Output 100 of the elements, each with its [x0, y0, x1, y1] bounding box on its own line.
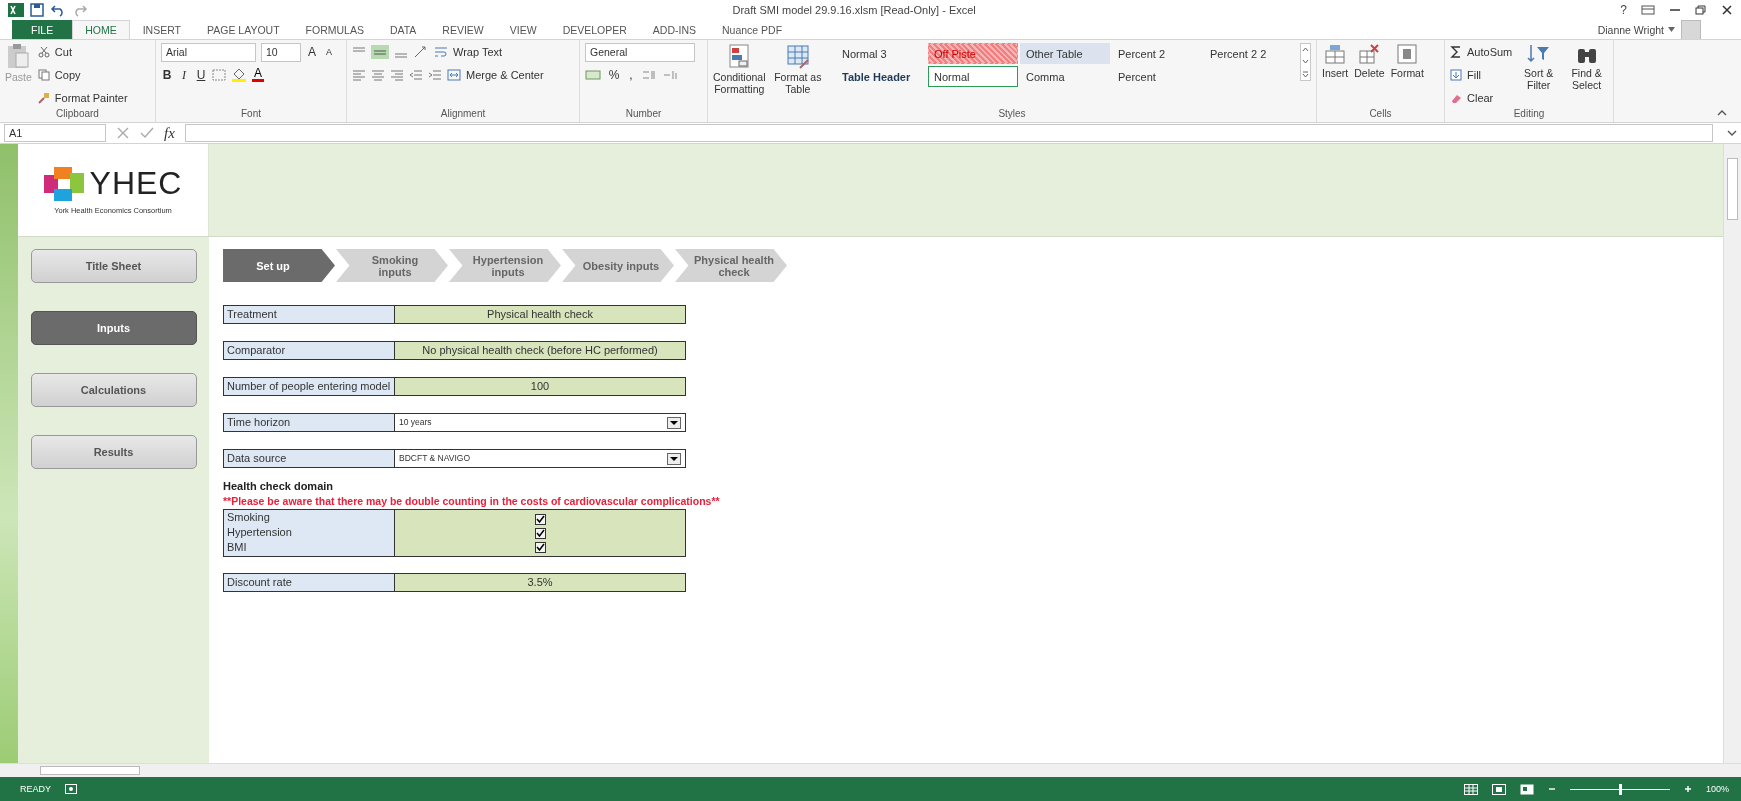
merge-icon	[447, 69, 461, 81]
check-icon[interactable]	[140, 127, 154, 139]
nav-button[interactable]: Title Sheet	[30, 249, 197, 283]
ribbon-display-icon[interactable]	[1641, 5, 1655, 15]
format-painter-button[interactable]: Format Painter	[54, 92, 128, 104]
name-box[interactable]: A1	[4, 124, 106, 142]
fill-color-icon[interactable]	[231, 68, 247, 82]
format-table-icon	[785, 43, 810, 69]
zoom-out-icon[interactable]	[1547, 785, 1556, 793]
step-tab[interactable]: Physical health check	[675, 249, 787, 282]
cell-style-option[interactable]: Percent 2	[1112, 43, 1202, 64]
cell-style-option[interactable]: Table Header	[836, 66, 926, 87]
normal-view-icon[interactable]	[1463, 783, 1478, 795]
decrease-indent-icon[interactable]	[409, 69, 423, 81]
orientation-icon[interactable]	[413, 46, 429, 58]
step-tab[interactable]: Obesity inputs	[562, 249, 674, 282]
nav-button[interactable]: Calculations	[30, 373, 197, 407]
collapse-ribbon-icon[interactable]	[1717, 110, 1727, 116]
cell-style-option[interactable]: Percent 2 2	[1204, 43, 1294, 64]
cell-style-option[interactable]: Other Table	[1020, 43, 1110, 64]
step-tab[interactable]: Hypertension inputs	[449, 249, 561, 282]
fill-button[interactable]: Fill	[1467, 69, 1482, 81]
undo-icon[interactable]	[50, 3, 66, 17]
zoom-slider-thumb[interactable]	[1618, 783, 1622, 795]
ribbon-tab[interactable]: HOME	[72, 20, 130, 39]
comma-button[interactable]: ,	[625, 68, 637, 82]
increase-indent-icon[interactable]	[428, 69, 442, 81]
merge-center-button[interactable]: Merge & Center	[466, 69, 544, 81]
expand-formula-icon[interactable]	[1727, 130, 1737, 136]
zoom-level[interactable]: 100%	[1705, 784, 1729, 794]
ribbon-tab[interactable]: DATA	[376, 20, 430, 39]
insert-function-button[interactable]: fx	[164, 124, 175, 142]
bold-button[interactable]: B	[161, 68, 173, 82]
status-text: READY	[20, 784, 51, 794]
copy-icon	[37, 69, 50, 81]
shrink-font-button[interactable]: A	[323, 47, 335, 57]
font-color-button[interactable]: A	[252, 68, 264, 82]
step-tab[interactable]: Set up	[223, 249, 335, 282]
vertical-scrollbar[interactable]	[1723, 144, 1741, 763]
group-label: Alignment	[440, 108, 486, 121]
font-size-dropdown[interactable]: 10	[261, 42, 301, 62]
ribbon-tab[interactable]: PAGE LAYOUT	[194, 20, 293, 39]
cut-button[interactable]: Cut	[54, 46, 72, 58]
checkbox[interactable]	[534, 527, 546, 539]
insert-cells-icon	[1324, 43, 1347, 65]
copy-button[interactable]: Copy	[54, 69, 81, 81]
font-family-dropdown[interactable]: Arial	[161, 42, 256, 62]
delete-cells-icon	[1358, 43, 1381, 65]
gallery-scroll-buttons[interactable]	[1300, 43, 1311, 81]
save-icon[interactable]	[30, 3, 44, 17]
percent-button[interactable]: %	[608, 68, 620, 82]
horizontal-scrollbar[interactable]	[0, 763, 1741, 777]
checkbox[interactable]	[534, 541, 546, 553]
domain-label: Smoking	[227, 510, 271, 525]
cell-style-option[interactable]: Normal 3	[836, 43, 926, 64]
cell-style-option[interactable]: Normal	[928, 66, 1018, 87]
cell-style-option[interactable]: Comma	[1020, 66, 1110, 87]
page-break-icon[interactable]	[1519, 783, 1534, 795]
ribbon-tab[interactable]: Nuance PDF	[709, 20, 796, 39]
ribbon-tab[interactable]: ADD-INS	[639, 20, 709, 39]
ribbon-tab[interactable]: REVIEW	[429, 20, 497, 39]
zoom-in-icon[interactable]	[1683, 785, 1692, 793]
group-label: Font	[241, 108, 261, 121]
format-as-table-button[interactable]: Format as Table	[771, 71, 824, 95]
macro-record-icon[interactable]	[65, 784, 77, 794]
cell-style-option[interactable]: Percent	[1112, 66, 1202, 87]
find-select-button[interactable]: Find & Select	[1565, 67, 1608, 91]
delete-button[interactable]: Delete	[1354, 67, 1385, 79]
format-button[interactable]: Format	[1390, 67, 1424, 79]
formula-input[interactable]	[184, 124, 1713, 142]
restore-icon[interactable]	[1695, 5, 1707, 15]
italic-button[interactable]: I	[178, 67, 190, 83]
autosum-button[interactable]: AutoSum	[1467, 46, 1513, 58]
ribbon-tab[interactable]: VIEW	[496, 20, 550, 39]
user-name[interactable]: Dianne Wright	[1597, 23, 1664, 36]
caret-icon	[1668, 27, 1675, 32]
ribbon-tab[interactable]: INSERT	[129, 20, 194, 39]
sort-filter-icon	[1526, 43, 1551, 65]
grow-font-button[interactable]: A	[306, 45, 318, 59]
underline-button[interactable]: U	[195, 68, 207, 82]
logo-mark-icon	[43, 166, 84, 201]
insert-button[interactable]: Insert	[1322, 67, 1349, 79]
nav-button[interactable]: Results	[30, 435, 197, 469]
step-tab[interactable]: Smoking inputs	[336, 249, 448, 282]
ribbon-tab[interactable]: FORMULAS	[292, 20, 377, 39]
help-button[interactable]: ?	[1620, 3, 1627, 17]
sort-filter-button[interactable]: Sort & Filter	[1518, 67, 1560, 91]
nav-button[interactable]: Inputs	[30, 311, 197, 345]
conditional-formatting-button[interactable]: Conditional Formatting	[713, 71, 766, 95]
number-format-dropdown[interactable]: General	[585, 42, 695, 62]
wrap-text-button[interactable]: Wrap Text	[453, 46, 503, 58]
wrap-text-icon	[434, 46, 448, 58]
ribbon-tab[interactable]: FILE	[12, 20, 73, 39]
clear-button[interactable]: Clear	[1467, 92, 1494, 104]
excel-logo-icon	[8, 3, 24, 17]
page-layout-icon[interactable]	[1491, 783, 1506, 795]
checkbox[interactable]	[534, 513, 546, 525]
group-label: Cells	[1369, 108, 1392, 121]
close-icon[interactable]	[1721, 5, 1733, 15]
ribbon-tab[interactable]: DEVELOPER	[549, 20, 640, 39]
